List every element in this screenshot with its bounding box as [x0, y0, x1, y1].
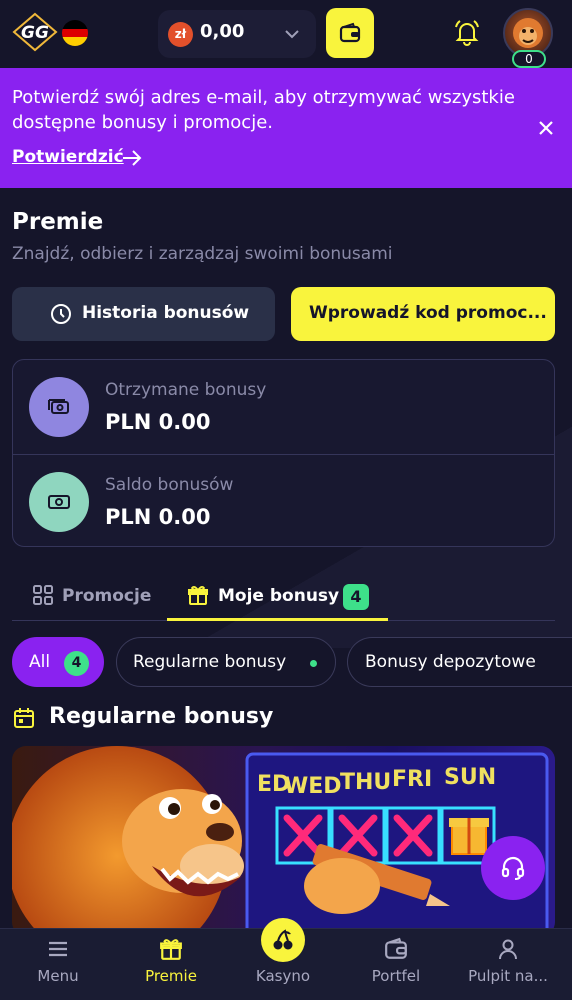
brand-logo[interactable]: GG — [12, 12, 58, 52]
logo-text: GG — [21, 23, 49, 43]
day-label: FRI — [392, 767, 432, 792]
filter-label: Bonusy depozytowe — [365, 652, 536, 672]
tab-label: Promocje — [62, 586, 152, 606]
cash-icon — [29, 472, 89, 532]
level-badge: 0 — [512, 50, 546, 68]
stat-value: PLN 0.00 — [105, 505, 211, 529]
bonus-history-button[interactable]: Historia bonusów — [12, 287, 275, 341]
filter-all[interactable]: All 4 — [12, 637, 104, 687]
wallet-icon — [339, 22, 361, 43]
currency-icon: zł — [168, 22, 193, 47]
user-icon — [499, 939, 517, 960]
money-icon — [29, 377, 89, 437]
cherry-icon — [273, 929, 293, 950]
arrow-right-icon — [123, 150, 142, 166]
kasyno-button[interactable] — [261, 918, 305, 962]
stat-label: Saldo bonusów — [105, 475, 234, 495]
calendar-icon — [14, 708, 34, 728]
nav-label: Portfel — [371, 967, 421, 985]
nav-label: Kasyno — [255, 967, 311, 985]
nav-menu[interactable]: Menu — [1, 929, 115, 1000]
banner-message: Potwierdź swój adres e-mail, aby otrzymy… — [12, 87, 515, 133]
balance-selector[interactable]: zł 0,00 — [158, 10, 316, 58]
nav-pulpit[interactable]: Pulpit na... — [451, 929, 565, 1000]
tab-label: Moje bonusy — [218, 586, 340, 606]
menu-icon — [49, 941, 67, 957]
page-title: Premie — [12, 209, 104, 235]
balance-value: 0,00 — [200, 21, 245, 42]
day-label: SUN — [444, 765, 496, 790]
count-badge: 4 — [343, 584, 369, 610]
gift-icon — [160, 939, 182, 960]
filter-label: All — [29, 652, 51, 672]
germany-flag-icon[interactable] — [62, 20, 88, 46]
promo-code-label: Wprowadź kod promoc... — [309, 303, 547, 323]
wallet-icon — [385, 937, 407, 959]
chevron-down-icon — [285, 30, 299, 39]
wallet-button[interactable] — [326, 8, 374, 58]
nav-label: Pulpit na... — [468, 967, 548, 985]
stat-received-bonuses: Otrzymane bonusy PLN 0.00 — [13, 360, 554, 454]
promo-code-button[interactable]: Wprowadź kod promoc... — [291, 287, 555, 341]
filter-label: Regularne bonusy — [133, 652, 287, 672]
page-subtitle: Znajdź, odbierz i zarządzaj swoimi bonus… — [12, 244, 393, 264]
regular-bonus-image[interactable]: ED WED THU FRI SUN — [12, 746, 555, 936]
stat-bonus-balance: Saldo bonusów PLN 0.00 — [13, 454, 554, 548]
grid-icon — [33, 585, 53, 605]
bonus-history-label: Historia bonusów — [82, 303, 250, 323]
bonus-stats-card: Otrzymane bonusy PLN 0.00 Saldo bonusów … — [12, 359, 555, 547]
confirm-link-label: Potwierdzić — [12, 147, 124, 167]
tab-moje-bonusy[interactable]: Moje bonusy 4 — [167, 581, 388, 621]
day-label: WED — [284, 774, 342, 799]
headset-icon — [501, 856, 525, 880]
nav-premie[interactable]: Premie — [114, 929, 228, 1000]
count-badge: 4 — [64, 651, 89, 676]
stat-value: PLN 0.00 — [105, 410, 211, 434]
nav-label: Premie — [145, 967, 197, 985]
clock-icon — [51, 304, 71, 324]
nav-label: Menu — [37, 967, 79, 985]
status-dot — [310, 660, 317, 667]
bell-icon[interactable] — [452, 18, 482, 48]
nav-portfel[interactable]: Portfel — [339, 929, 453, 1000]
email-confirm-banner: Potwierdź swój adres e-mail, aby otrzymy… — [0, 68, 572, 188]
bonus-tabs: Promocje Moje bonusy 4 — [12, 573, 555, 621]
stat-label: Otrzymane bonusy — [105, 380, 267, 400]
section-title: Regularne bonusy — [49, 704, 274, 729]
support-chat-button[interactable] — [481, 836, 545, 900]
day-label: THU — [340, 770, 391, 795]
gift-icon — [188, 585, 208, 605]
top-header: GG zł 0,00 0 — [0, 0, 572, 68]
filter-deposit-bonuses[interactable]: Bonusy depozytowe — [347, 637, 572, 687]
filter-regular-bonuses[interactable]: Regularne bonusy — [116, 637, 336, 687]
confirm-link[interactable]: Potwierdzić — [12, 147, 142, 171]
close-icon[interactable] — [536, 118, 556, 138]
